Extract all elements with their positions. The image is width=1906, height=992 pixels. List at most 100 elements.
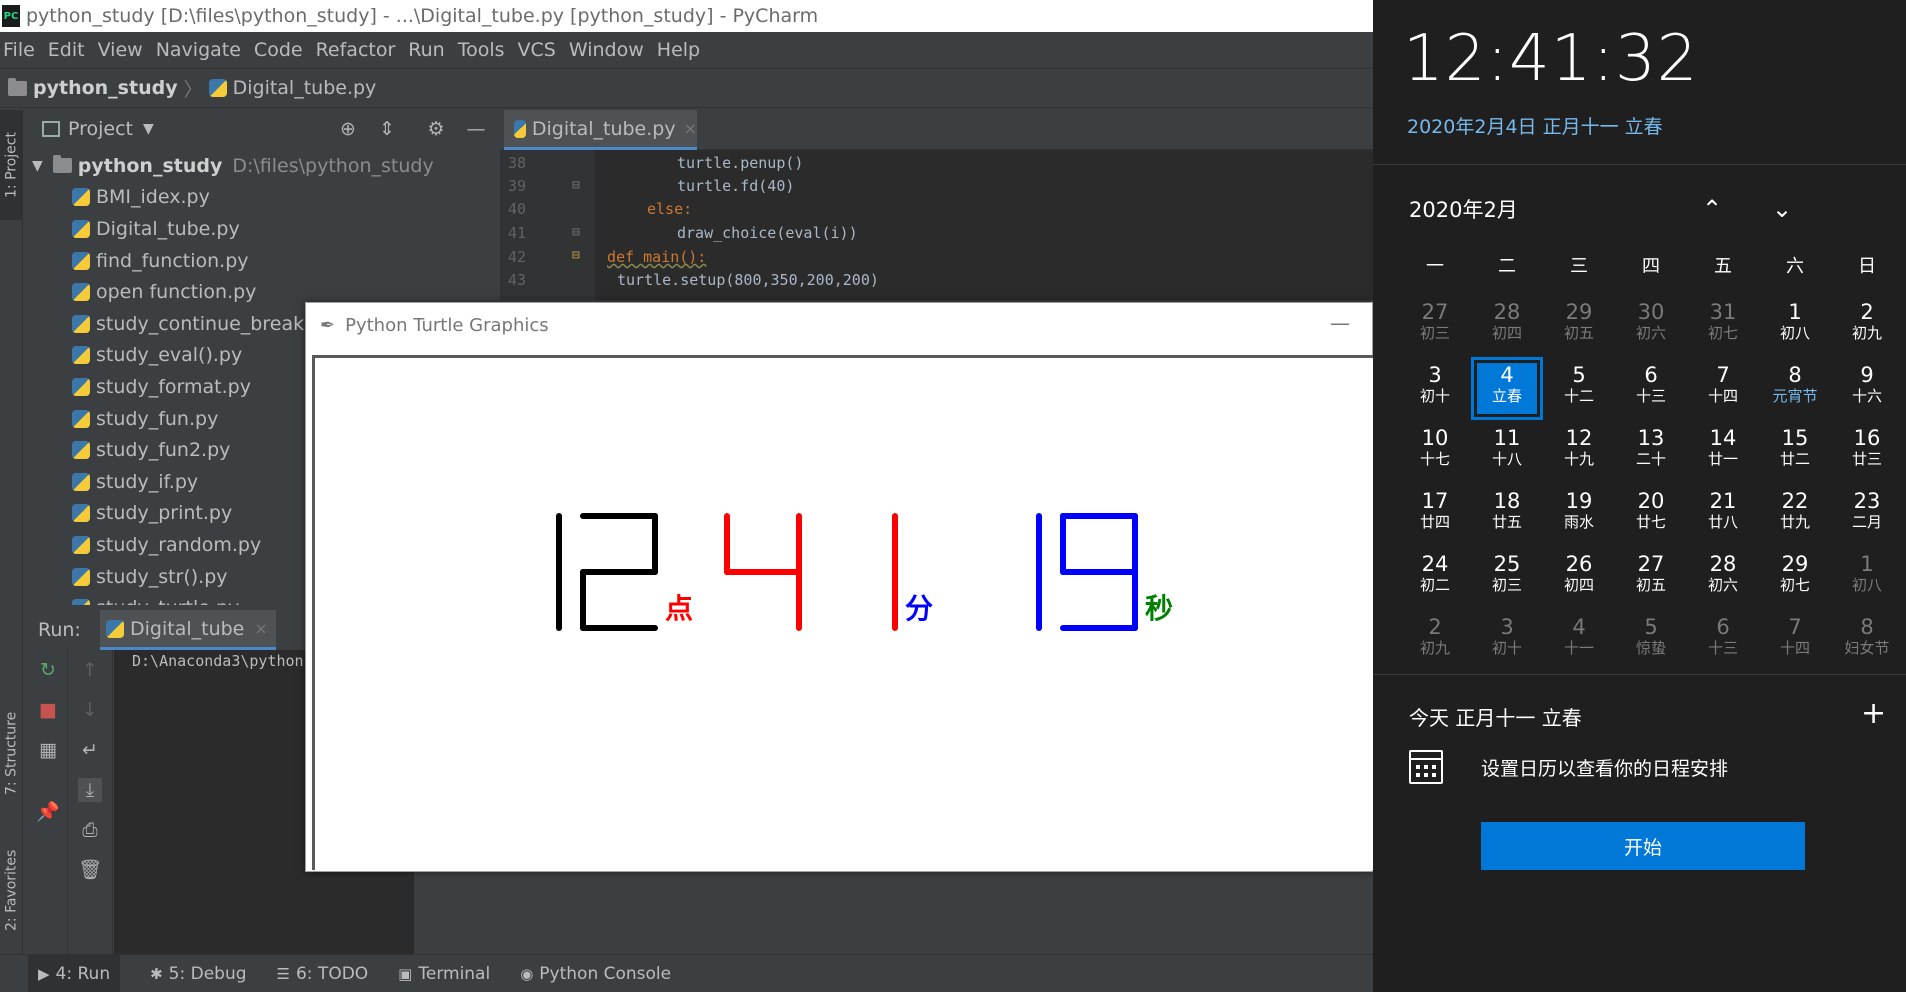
menu-code[interactable]: Code [254,39,303,61]
calendar-day[interactable]: 9 十六 [1831,357,1903,420]
calendar-day[interactable]: 28 初六 [1687,546,1759,609]
print-icon[interactable]: ⎙ [78,818,102,842]
status-tab-run[interactable]: ▶ 4: Run [28,954,121,992]
calendar-day[interactable]: 16 廿三 [1831,420,1903,483]
fold-marker-icon[interactable]: ⊟ [572,248,580,263]
chevron-down-icon[interactable]: ▼ [143,121,154,137]
calendar-day[interactable]: 20 廿七 [1615,483,1687,546]
calendar-day[interactable]: 21 廿八 [1687,483,1759,546]
calendar-day[interactable]: 5 惊蛰 [1615,609,1687,672]
calendar-day[interactable]: 2 初九 [1831,294,1903,357]
status-tab-debug[interactable]: ✱ 5: Debug [150,964,246,984]
expand-arrow-icon[interactable]: ▼ [32,158,43,174]
pin-icon[interactable]: 📌 [36,800,60,824]
calendar-day[interactable]: 29 初七 [1759,546,1831,609]
calendar-day[interactable]: 31 初七 [1687,294,1759,357]
calendar-day[interactable]: 25 初三 [1471,546,1543,609]
calendar-day[interactable]: 19 雨水 [1543,483,1615,546]
calendar-day[interactable]: 15 廿二 [1759,420,1831,483]
calendar-day[interactable]: 8 妇女节 [1831,609,1903,672]
run-tab-digital-tube[interactable]: Digital_tube × [100,610,276,650]
calendar-day[interactable]: 27 初三 [1399,294,1471,357]
calendar-day[interactable]: 1 初八 [1759,294,1831,357]
calendar-day[interactable]: 28 初四 [1471,294,1543,357]
calendar-day[interactable]: 10 十七 [1399,420,1471,483]
side-tab-project[interactable]: 1: Project [0,110,23,220]
arrow-down-icon[interactable]: ↓ [78,698,102,722]
calendar-day[interactable]: 26 初四 [1543,546,1615,609]
calendar-day[interactable]: 5 十二 [1543,357,1615,420]
menu-file[interactable]: File [3,39,35,61]
menu-edit[interactable]: Edit [48,39,85,61]
code-editor[interactable]: 38 39 40 41 42 43 ⊟ ⊟ ⊟ turtle.penup() t… [500,150,1373,300]
month-label[interactable]: 2020年2月 [1409,194,1518,224]
calendar-day[interactable]: 18 廿五 [1471,483,1543,546]
status-tab-todo[interactable]: ☰ 6: TODO [277,964,369,984]
fold-marker-icon[interactable]: ⊟ [572,225,580,240]
calendar-day[interactable]: 30 初六 [1615,294,1687,357]
fold-marker-icon[interactable]: ⊟ [572,178,580,193]
side-tab-favorites[interactable]: 2: Favorites [0,828,23,953]
locate-icon[interactable]: ⊕ [337,118,359,140]
arrow-up-icon[interactable]: ↑ [78,658,102,682]
menu-window[interactable]: Window [569,39,644,61]
close-icon[interactable]: × [684,119,697,138]
rerun-icon[interactable]: ↻ [36,658,60,682]
editor-tab-digital-tube[interactable]: Digital_tube.py × [504,110,697,150]
menu-vcs[interactable]: VCS [518,39,556,61]
gear-icon[interactable]: ⚙ [425,118,447,140]
menu-navigate[interactable]: Navigate [156,39,241,61]
calendar-day[interactable]: 7 十四 [1759,609,1831,672]
file-item[interactable]: BMI_idex.py [28,182,494,214]
calendar-day[interactable]: 2 初九 [1399,609,1471,672]
calendar-day[interactable]: 3 初十 [1471,609,1543,672]
menu-tools[interactable]: Tools [458,39,505,61]
time-unit-label: 秒 [1145,592,1173,625]
file-item[interactable]: find_function.py [28,245,494,277]
scroll-to-end-icon[interactable]: ⤓ [78,778,102,802]
status-tab-python-console[interactable]: ◉ Python Console [520,964,671,984]
calendar-day[interactable]: 24 初二 [1399,546,1471,609]
menu-run[interactable]: Run [408,39,444,61]
breadcrumb-file[interactable]: Digital_tube.py [233,77,377,99]
calendar-day[interactable]: 17 廿四 [1399,483,1471,546]
chevron-up-icon[interactable]: ⌃ [1697,194,1727,224]
calendar-day[interactable]: 11 十八 [1471,420,1543,483]
stop-icon[interactable]: ■ [36,698,60,722]
calendar-day[interactable]: 27 初五 [1615,546,1687,609]
calendar-day[interactable]: 23 二月 [1831,483,1903,546]
calendar-day[interactable]: 3 初十 [1399,357,1471,420]
menu-refactor[interactable]: Refactor [316,39,396,61]
calendar-day[interactable]: 7 十四 [1687,357,1759,420]
side-tab-structure[interactable]: 7: Structure [0,678,23,828]
calendar-day[interactable]: 29 初五 [1543,294,1615,357]
calendar-day[interactable]: 6 十三 [1615,357,1687,420]
calendar-day[interactable]: 12 十九 [1543,420,1615,483]
calendar-day[interactable]: 1 初八 [1831,546,1903,609]
calendar-day[interactable]: 22 廿九 [1759,483,1831,546]
add-event-icon[interactable]: + [1861,696,1886,731]
calendar-day-today[interactable]: 4 立春 [1471,357,1543,420]
calendar-day[interactable]: 13 二十 [1615,420,1687,483]
chevron-down-icon[interactable]: ⌄ [1767,194,1797,224]
collapse-all-icon[interactable]: ⇕ [376,118,398,140]
menu-view[interactable]: View [98,39,143,61]
calendar-day[interactable]: 8 元宵节 [1759,357,1831,420]
minimize-icon[interactable]: — [1330,311,1350,335]
clock-date[interactable]: 2020年2月4日 正月十一 立春 [1407,112,1663,139]
close-icon[interactable]: × [254,619,267,638]
calendar-day[interactable]: 6 十三 [1687,609,1759,672]
status-tab-terminal[interactable]: ▣ Terminal [398,964,490,984]
project-root[interactable]: ▼ python_study D:\files\python_study [28,150,494,182]
minimize-panel-icon[interactable]: — [465,118,487,140]
file-item[interactable]: Digital_tube.py [28,213,494,245]
soft-wrap-icon[interactable]: ↵ [78,738,102,762]
start-button[interactable]: 开始 [1481,822,1805,870]
menu-help[interactable]: Help [657,39,700,61]
layout-icon[interactable]: ▦ [36,738,60,762]
calendar-day[interactable]: 4 十一 [1543,609,1615,672]
calendar-day[interactable]: 14 廿一 [1687,420,1759,483]
project-panel-title[interactable]: Project [68,118,133,140]
trash-icon[interactable]: 🗑 [78,858,102,882]
breadcrumb-project[interactable]: python_study [33,77,178,99]
